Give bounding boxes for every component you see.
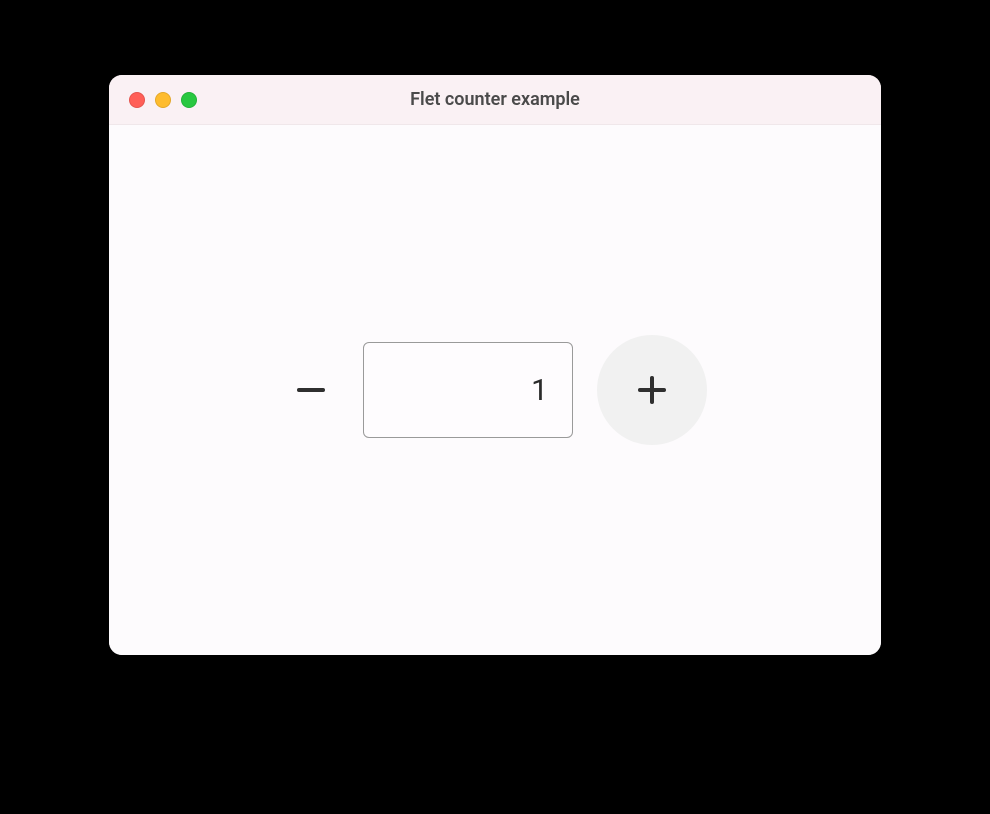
decrement-button[interactable] [283,362,339,418]
plus-icon [638,376,666,404]
counter-input[interactable]: 1 [363,342,573,438]
minimize-window-button[interactable] [155,92,171,108]
app-body: 1 [109,125,881,655]
increment-button[interactable] [597,335,707,445]
titlebar: Flet counter example [109,75,881,125]
counter-row: 1 [283,335,707,445]
zoom-window-button[interactable] [181,92,197,108]
traffic-lights [129,92,197,108]
minus-icon [297,388,325,392]
window-title: Flet counter example [109,89,881,110]
close-window-button[interactable] [129,92,145,108]
counter-value: 1 [531,373,548,408]
app-window: Flet counter example 1 [109,75,881,655]
